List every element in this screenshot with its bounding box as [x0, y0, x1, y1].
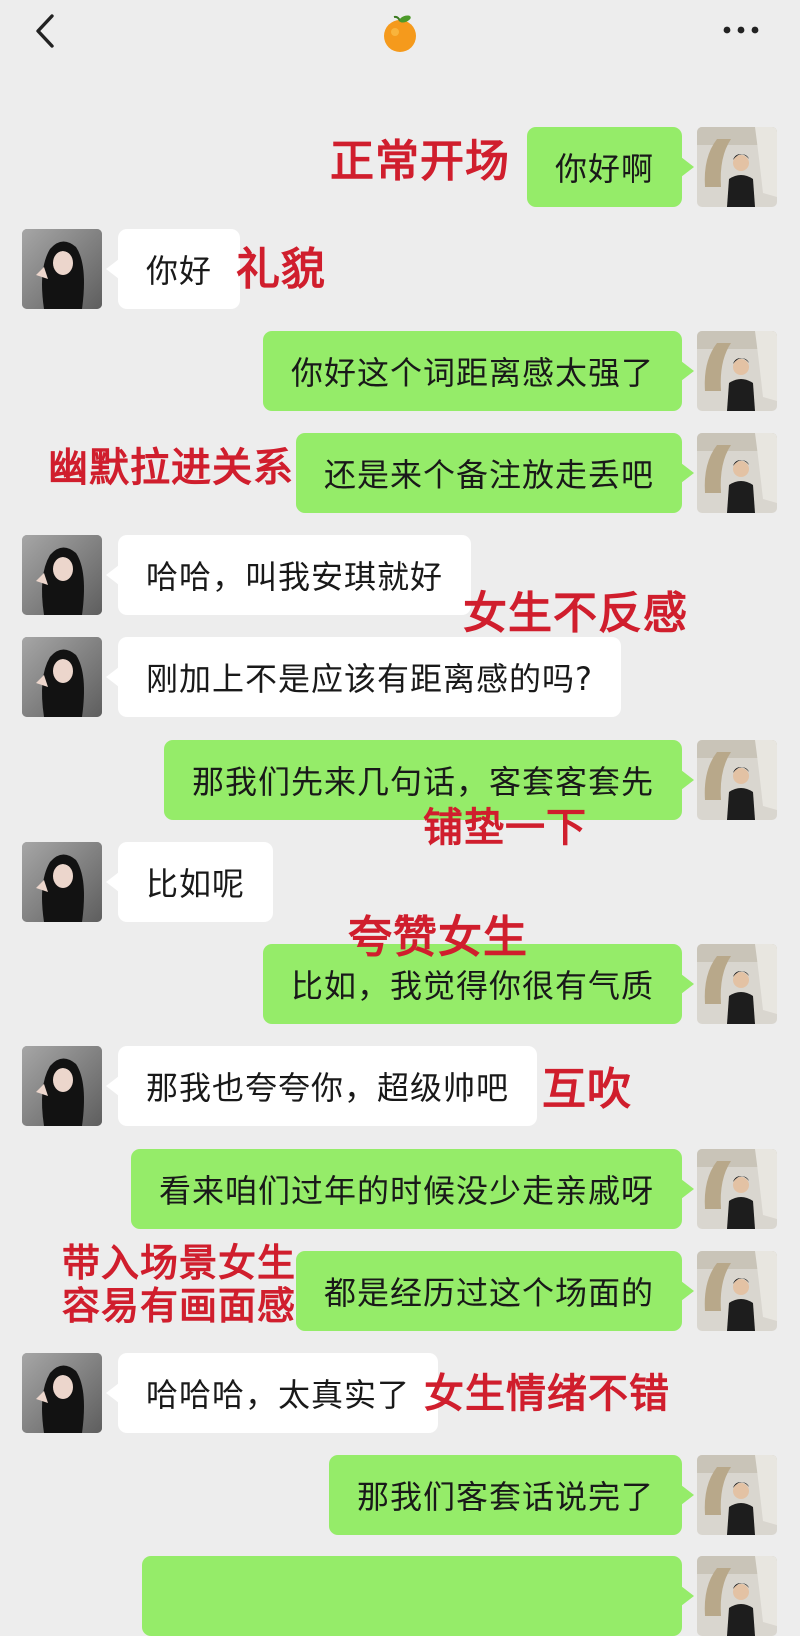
avatar[interactable]: [22, 1353, 102, 1433]
avatar[interactable]: [697, 1251, 777, 1331]
annotation-text: 礼貌: [236, 244, 326, 295]
annotation-text: 铺垫一下: [423, 805, 587, 851]
orange-icon: [384, 15, 416, 52]
avatar[interactable]: [22, 229, 102, 309]
avatar[interactable]: [697, 740, 777, 820]
message-bubble[interactable]: 哈哈，叫我安琪就好: [105, 535, 472, 615]
annotation-text: 夸赞女生: [348, 912, 528, 963]
message-bubble[interactable]: 那我们客套话说完了: [328, 1455, 695, 1535]
annotation-text: 互吹: [542, 1064, 632, 1115]
avatar[interactable]: [22, 1046, 102, 1126]
message-bubble-partial[interactable]: [142, 1556, 694, 1636]
ellipsis-icon[interactable]: [718, 18, 764, 42]
message-bubble[interactable]: 你好啊: [526, 127, 695, 207]
avatar[interactable]: [697, 1149, 777, 1229]
annotation-text: 女生情绪不错: [424, 1371, 670, 1417]
message-bubble[interactable]: 那我也夸夸你，超级帅吧: [105, 1046, 538, 1126]
avatar[interactable]: [697, 944, 777, 1024]
avatar[interactable]: [697, 331, 777, 411]
annotation-text: 幽默拉进关系: [48, 445, 294, 491]
chevron-left-icon[interactable]: [30, 12, 60, 50]
message-bubble[interactable]: 看来咱们过年的时候没少走亲戚呀: [130, 1149, 695, 1229]
avatar[interactable]: [697, 433, 777, 513]
avatar[interactable]: [697, 1556, 777, 1636]
message-bubble[interactable]: 哈哈哈，太真实了: [105, 1353, 439, 1433]
message-bubble[interactable]: 比如呢: [105, 842, 274, 922]
annotation-text: 女生不反感: [463, 588, 688, 639]
avatar[interactable]: [22, 535, 102, 615]
annotation-text: 带入场景女生 容易有画面感: [62, 1241, 297, 1328]
message-bubble[interactable]: 你好这个词距离感太强了: [262, 331, 695, 411]
message-bubble[interactable]: 还是来个备注放走丢吧: [295, 433, 695, 513]
annotation-text: 正常开场: [330, 136, 510, 187]
message-bubble[interactable]: 刚加上不是应该有距离感的吗?: [106, 637, 621, 717]
chat-header: [0, 0, 800, 64]
avatar[interactable]: [22, 637, 102, 717]
avatar[interactable]: [697, 1455, 777, 1535]
avatar[interactable]: [22, 842, 102, 922]
avatar[interactable]: [697, 127, 777, 207]
message-bubble[interactable]: 都是经历过这个场面的: [295, 1251, 695, 1331]
message-bubble[interactable]: 你好: [105, 229, 241, 309]
